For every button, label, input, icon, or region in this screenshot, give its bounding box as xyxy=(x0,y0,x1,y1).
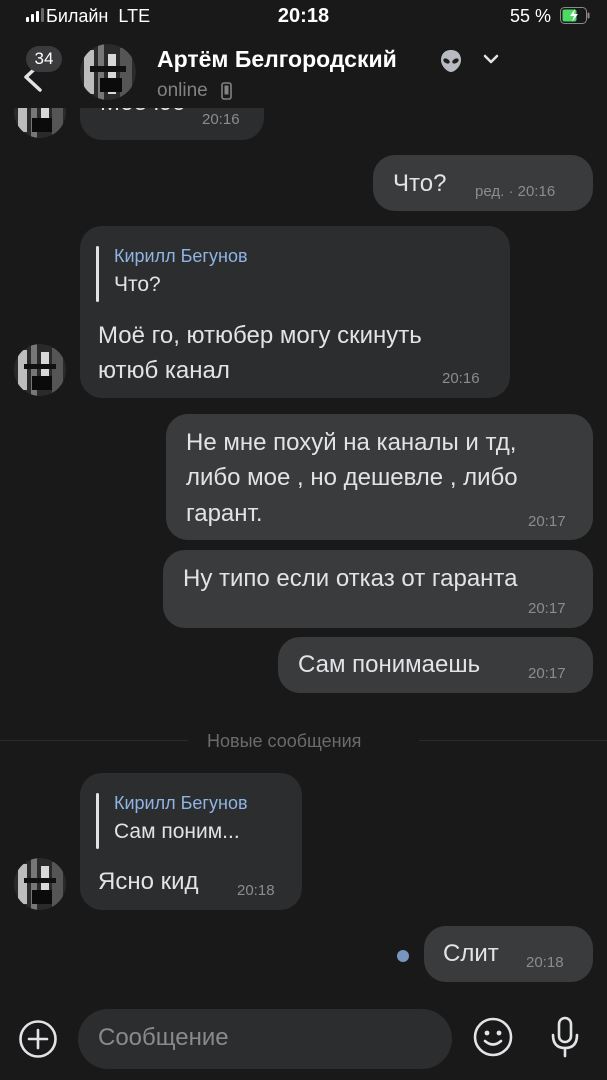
message-time: 20:17 xyxy=(528,665,566,682)
sender-avatar[interactable] xyxy=(14,344,66,396)
message-time: 20:18 xyxy=(237,882,275,899)
message-time: 20:17 xyxy=(528,600,566,617)
reply-author: Кирилл Бегунов xyxy=(114,246,248,266)
mobile-phone-icon xyxy=(221,82,232,100)
message-time: 20:18 xyxy=(526,954,564,971)
emoji-icon[interactable] xyxy=(472,1016,514,1058)
alien-emoji-icon xyxy=(441,50,461,72)
reply-author: Кирилл Бегунов xyxy=(114,793,248,813)
message-bubble-outgoing[interactable]: Что? ред. · 20:16 xyxy=(373,155,593,211)
unread-dot xyxy=(397,950,409,962)
separator-line-left xyxy=(0,740,188,741)
contact-name[interactable]: Артём Белгородский xyxy=(157,46,397,73)
battery-percent: 55 % xyxy=(510,6,552,26)
separator-line-right xyxy=(419,740,607,741)
message-text: Сам понимаешь xyxy=(298,651,481,678)
message-time: 20:16 xyxy=(517,183,556,200)
message-bubble-outgoing[interactable]: Сам понимаешь 20:17 xyxy=(278,637,593,693)
message-text-line: гарант. xyxy=(186,500,263,527)
status-bar: Билайн LTE 20:18 55 % xyxy=(0,0,607,34)
message-text: Ну типо если отказ от гаранта xyxy=(183,565,518,592)
message-text: Что? xyxy=(393,170,447,197)
new-messages-separator: Новые сообщения xyxy=(207,731,362,751)
contact-status: online xyxy=(157,80,208,101)
message-bubble-outgoing[interactable]: Ну типо если отказ от гаранта 20:17 xyxy=(163,550,593,628)
reply-text: Что? xyxy=(114,273,161,296)
message-input-placeholder: Сообщение xyxy=(98,1024,229,1051)
message-text: Моё юб xyxy=(100,108,185,120)
message-bubble-outgoing[interactable]: Слит 20:18 xyxy=(424,926,593,982)
message-text-line: Не мне похуй на каналы и тд, xyxy=(186,429,517,456)
reply-bar xyxy=(96,246,99,302)
microphone-icon[interactable] xyxy=(548,1015,582,1059)
edited-label: ред. xyxy=(475,183,505,200)
chevron-down-icon[interactable] xyxy=(482,52,500,66)
message-text-line: ютюб канал xyxy=(98,357,230,384)
sender-avatar[interactable] xyxy=(14,108,66,138)
message-bubble-incoming[interactable]: Моё юб 20:16 xyxy=(80,108,264,140)
message-text-line: либо мое , но дешевле , либо xyxy=(186,464,518,491)
message-row: Моё юб 20:16 xyxy=(0,108,607,142)
contact-avatar[interactable] xyxy=(80,44,136,100)
message-time: 20:16 xyxy=(202,111,240,128)
message-text: Ясно кид xyxy=(98,868,199,895)
message-text-line: Моё го, ютюбер могу скинуть xyxy=(98,322,422,349)
plus-icon[interactable] xyxy=(18,1019,58,1059)
battery-charging-icon xyxy=(560,7,590,24)
message-meta: ред. · 20:16 xyxy=(475,183,556,200)
message-bubble-incoming[interactable]: Кирилл Бегунов Сам поним... Ясно кид 20:… xyxy=(80,773,302,910)
unread-count-badge[interactable]: 34 xyxy=(26,46,62,72)
reply-text: Сам поним... xyxy=(114,820,240,843)
message-time: 20:16 xyxy=(442,370,480,387)
message-bubble-incoming[interactable]: Кирилл Бегунов Что? Моё го, ютюбер могу … xyxy=(80,226,510,398)
sender-avatar[interactable] xyxy=(14,858,66,910)
reply-bar xyxy=(96,793,99,849)
message-bubble-outgoing[interactable]: Не мне похуй на каналы и тд, либо мое , … xyxy=(166,414,593,540)
message-text: Слит xyxy=(443,940,499,967)
message-time: 20:17 xyxy=(528,513,566,530)
